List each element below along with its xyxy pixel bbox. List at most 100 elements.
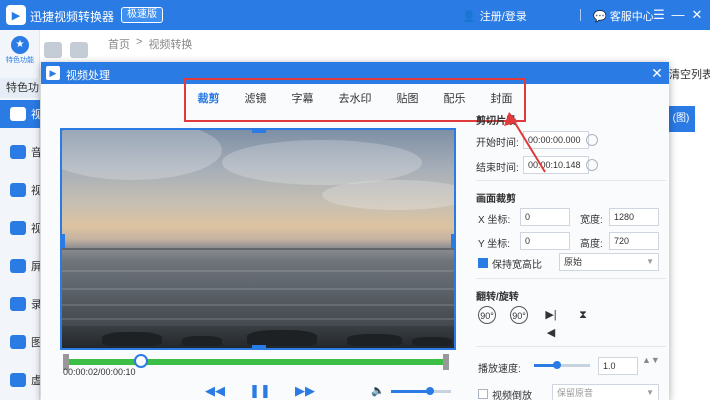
playhead-knob[interactable] xyxy=(134,354,149,368)
timeline-track xyxy=(65,359,447,365)
clear-list-button[interactable]: 清空列表 xyxy=(669,66,710,86)
sidebar-item-label: 音 xyxy=(31,147,40,159)
crop-handle-bottom[interactable] xyxy=(252,345,266,348)
settings-panel: 剪切片段 开始时间: 00:00:00.000 结束时间: 00:00:10.1… xyxy=(466,84,669,400)
customer-service-link[interactable]: 💬 客服中心 xyxy=(593,8,654,24)
video-convert-icon[interactable] xyxy=(44,42,62,58)
divider xyxy=(476,180,666,181)
crop-handle-left[interactable] xyxy=(62,234,65,248)
start-time-field[interactable]: 00:00:00.000 xyxy=(523,131,589,149)
rock-shape xyxy=(102,332,162,346)
menu-icon[interactable]: ☰ xyxy=(650,5,668,25)
breadcrumb-home[interactable]: 首页 xyxy=(108,36,130,52)
volume-control[interactable]: 🔈 xyxy=(371,384,453,398)
sidebar-featured-label: 特色功能 xyxy=(6,56,34,64)
sidebar-item-video-3[interactable]: 视 xyxy=(0,214,40,242)
video-processing-dialog: ▶ 视频处理 ✕ 裁剪 滤镜 字幕 去水印 贴图 配乐 封面 00:00:02/… xyxy=(41,62,669,400)
crop-handle-right[interactable] xyxy=(451,234,454,248)
height-field[interactable]: 720 xyxy=(609,232,659,250)
app-window: ▶ 迅捷视频转换器 极速版 👤 注册/登录 💬 客服中心 ☰ — ✕ ★ 特色功… xyxy=(0,0,710,400)
app-logo-icon: ▶ xyxy=(6,5,26,25)
breadcrumb-current: 视频转换 xyxy=(148,39,193,51)
sidebar-item-label: 屏 xyxy=(31,261,40,273)
aspect-ratio-value: 原始 xyxy=(564,257,583,267)
volume-knob[interactable] xyxy=(426,387,434,395)
height-label: 高度: xyxy=(580,239,603,250)
reset-start-icon[interactable] xyxy=(586,134,598,146)
sidebar: ★ 特色功能 特色功 视 音 视 视 屏 录 图 虚 xyxy=(0,30,40,400)
crop-handle-top[interactable] xyxy=(252,130,266,133)
flip-vertical-icon[interactable]: ⧗ xyxy=(574,306,592,324)
speed-field[interactable]: 1.0 xyxy=(598,357,638,375)
rock-shape xyxy=(412,337,452,346)
record-icon xyxy=(10,297,26,311)
sidebar-item-record[interactable]: 录 xyxy=(0,290,40,318)
dialog-header: ▶ 视频处理 ✕ xyxy=(41,62,669,84)
rock-shape xyxy=(182,336,222,346)
breadcrumb: 首页 > 视频转换 xyxy=(108,36,192,52)
end-time-field[interactable]: 00:00:10.148 xyxy=(523,156,589,174)
tab-sticker[interactable]: 贴图 xyxy=(395,86,421,110)
rock-shape xyxy=(347,334,402,346)
sidebar-item-audio[interactable]: 音 xyxy=(0,138,40,166)
wave-line xyxy=(62,270,454,272)
speed-knob[interactable] xyxy=(553,361,561,369)
video-process-icon[interactable] xyxy=(70,42,88,58)
sidebar-item-video-2[interactable]: 视 xyxy=(0,176,40,204)
chevron-down-icon: ▼ xyxy=(646,388,654,397)
timeline-end-handle[interactable] xyxy=(443,354,449,370)
wave-line xyxy=(62,318,454,320)
sidebar-featured[interactable]: ★ 特色功能 xyxy=(0,30,40,70)
aspect-ratio-select[interactable]: 原始 ▼ xyxy=(559,253,659,271)
flip-horizontal-icon[interactable]: ▶|◀ xyxy=(542,306,560,339)
sidebar-item-label: 虚 xyxy=(31,375,40,387)
rotate-right-icon[interactable]: 90° xyxy=(510,306,528,324)
next-frame-button[interactable]: ▶▶ xyxy=(295,383,315,399)
keep-ratio-checkbox[interactable] xyxy=(478,258,488,268)
sidebar-item-image[interactable]: 图 xyxy=(0,328,40,356)
tab-watermark[interactable]: 去水印 xyxy=(337,86,374,110)
sidebar-item-label: 图 xyxy=(31,337,40,349)
video-edit-icon xyxy=(10,221,26,235)
film-icon xyxy=(10,107,26,121)
y-coord-field[interactable]: 0 xyxy=(520,232,570,250)
sidebar-item-screen[interactable]: 屏 xyxy=(0,252,40,280)
previous-frame-button[interactable]: ◀◀ xyxy=(205,383,225,399)
minimize-button[interactable]: — xyxy=(669,5,687,25)
tab-crop[interactable]: 裁剪 xyxy=(196,86,222,110)
sidebar-item-virtual[interactable]: 虚 xyxy=(0,366,40,394)
speaker-icon: 🔈 xyxy=(371,385,385,397)
sidebar-item-label: 录 xyxy=(31,299,40,311)
x-coord-field[interactable]: 0 xyxy=(520,208,570,226)
dialog-close-button[interactable]: ✕ xyxy=(649,64,665,82)
end-time-label: 结束时间: xyxy=(476,163,519,174)
pause-button[interactable]: ❚❚ xyxy=(249,383,271,399)
tab-subtitle[interactable]: 字幕 xyxy=(290,86,316,110)
title-separator xyxy=(580,9,581,21)
audio-icon xyxy=(10,145,26,159)
rock-shape xyxy=(247,330,317,346)
chevron-down-icon: ▼ xyxy=(646,257,654,266)
output-button[interactable]: (图) xyxy=(667,106,695,132)
flip-section-title: 翻转/旋转 xyxy=(476,292,519,303)
login-link[interactable]: 👤 注册/登录 xyxy=(462,8,527,24)
rotate-left-icon[interactable]: 90° xyxy=(478,306,496,324)
tab-filter[interactable]: 滤镜 xyxy=(243,86,269,110)
start-time-label: 开始时间: xyxy=(476,138,519,149)
video-preview[interactable] xyxy=(60,128,456,350)
sidebar-section-title: 特色功 xyxy=(0,78,40,98)
speed-spinner-icon[interactable]: ▲▼ xyxy=(642,355,660,365)
crop-section-title: 画面裁剪 xyxy=(476,194,516,205)
tab-music[interactable]: 配乐 xyxy=(442,86,468,110)
breadcrumb-separator: > xyxy=(136,36,143,48)
sidebar-item-video-convert[interactable]: 视 xyxy=(0,100,40,128)
close-button[interactable]: ✕ xyxy=(688,5,706,25)
speed-label: 播放速度: xyxy=(478,364,521,375)
reverse-checkbox[interactable] xyxy=(478,389,488,399)
divider xyxy=(476,346,666,347)
cloud-shape xyxy=(222,140,422,185)
sidebar-item-label: 视 xyxy=(31,223,40,235)
reset-end-icon[interactable] xyxy=(586,159,598,171)
audio-option-select[interactable]: 保留原音 ▼ xyxy=(552,384,659,400)
width-field[interactable]: 1280 xyxy=(609,208,659,226)
